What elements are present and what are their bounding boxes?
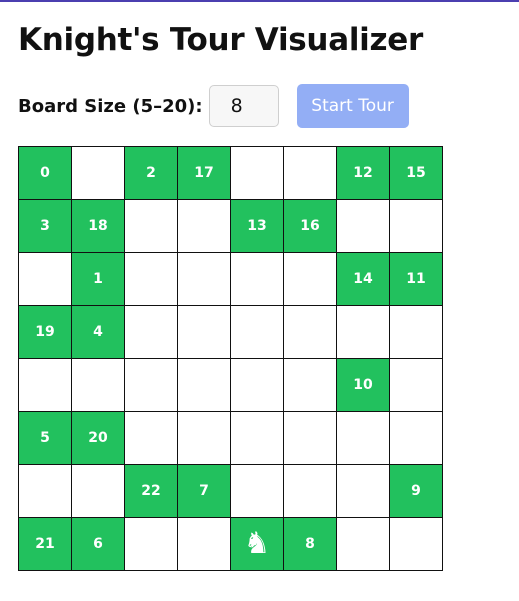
board-size-label: Board Size (5–20): xyxy=(18,95,203,117)
board-cell-empty[interactable] xyxy=(283,464,337,518)
board-row: 10 xyxy=(18,358,443,412)
board-cell-empty[interactable] xyxy=(389,199,443,253)
board-cell-empty[interactable] xyxy=(389,517,443,571)
board-cell-empty[interactable] xyxy=(71,358,125,412)
board-cell-empty[interactable] xyxy=(230,146,284,200)
board-cell-knight[interactable]: ♞ xyxy=(230,517,284,571)
board-cell-empty[interactable] xyxy=(283,146,337,200)
board-cell-visited[interactable]: 21 xyxy=(18,517,72,571)
board-cell-visited[interactable]: 9 xyxy=(389,464,443,518)
board-row: 3 18 13 16 xyxy=(18,199,443,253)
board-cell-visited[interactable]: 2 xyxy=(124,146,178,200)
board-cell-empty[interactable] xyxy=(124,252,178,306)
board-row: 1 14 11 xyxy=(18,252,443,306)
board-cell-empty[interactable] xyxy=(71,146,125,200)
board-row: 5 20 xyxy=(18,411,443,465)
board-cell-empty[interactable] xyxy=(283,358,337,412)
board-cell-empty[interactable] xyxy=(336,305,390,359)
board-cell-empty[interactable] xyxy=(124,411,178,465)
board-cell-visited[interactable]: 10 xyxy=(336,358,390,412)
board-cell-visited[interactable]: 3 xyxy=(18,199,72,253)
board-cell-empty[interactable] xyxy=(283,305,337,359)
board-cell-empty[interactable] xyxy=(18,252,72,306)
board-row: 19 4 xyxy=(18,305,443,359)
board-cell-empty[interactable] xyxy=(177,411,231,465)
board-cell-empty[interactable] xyxy=(18,464,72,518)
board-row: 21 6 ♞ 8 xyxy=(18,517,443,571)
board-cell-visited[interactable]: 11 xyxy=(389,252,443,306)
board-cell-visited[interactable]: 6 xyxy=(71,517,125,571)
board-cell-empty[interactable] xyxy=(124,305,178,359)
board-cell-visited[interactable]: 14 xyxy=(336,252,390,306)
board-size-input[interactable] xyxy=(208,85,279,127)
start-tour-button[interactable]: Start Tour xyxy=(296,84,409,128)
board-cell-empty[interactable] xyxy=(177,305,231,359)
board-cell-empty[interactable] xyxy=(389,411,443,465)
board-cell-empty[interactable] xyxy=(124,358,178,412)
board-cell-visited[interactable]: 15 xyxy=(389,146,443,200)
board-cell-visited[interactable]: 4 xyxy=(71,305,125,359)
board-cell-empty[interactable] xyxy=(336,199,390,253)
board-cell-empty[interactable] xyxy=(177,252,231,306)
page-title: Knight's Tour Visualizer xyxy=(18,22,423,58)
board-cell-empty[interactable] xyxy=(18,358,72,412)
knight-icon: ♞ xyxy=(243,526,271,561)
board-cell-visited[interactable]: 8 xyxy=(283,517,337,571)
board-cell-empty[interactable] xyxy=(230,252,284,306)
board-cell-empty[interactable] xyxy=(230,305,284,359)
board-cell-visited[interactable]: 22 xyxy=(124,464,178,518)
controls-bar: Board Size (5–20): Start Tour xyxy=(18,84,409,128)
board-cell-visited[interactable]: 19 xyxy=(18,305,72,359)
board-cell-visited[interactable]: 20 xyxy=(71,411,125,465)
board-cell-empty[interactable] xyxy=(336,464,390,518)
board-cell-empty[interactable] xyxy=(336,517,390,571)
board-cell-empty[interactable] xyxy=(71,464,125,518)
board-cell-visited[interactable]: 16 xyxy=(283,199,337,253)
board-row: 22 7 9 xyxy=(18,464,443,518)
board-cell-empty[interactable] xyxy=(336,411,390,465)
board-cell-empty[interactable] xyxy=(177,358,231,412)
board-cell-visited[interactable]: 13 xyxy=(230,199,284,253)
board-cell-visited[interactable]: 17 xyxy=(177,146,231,200)
board-cell-empty[interactable] xyxy=(177,517,231,571)
board-cell-visited[interactable]: 0 xyxy=(18,146,72,200)
board-cell-empty[interactable] xyxy=(124,199,178,253)
board-cell-visited[interactable]: 18 xyxy=(71,199,125,253)
board-cell-empty[interactable] xyxy=(389,305,443,359)
board-cell-empty[interactable] xyxy=(230,411,284,465)
board-cell-empty[interactable] xyxy=(124,517,178,571)
board-cell-empty[interactable] xyxy=(389,358,443,412)
board-row: 0 2 17 12 15 xyxy=(18,146,443,200)
board-cell-visited[interactable]: 12 xyxy=(336,146,390,200)
board-cell-visited[interactable]: 7 xyxy=(177,464,231,518)
board-cell-visited[interactable]: 5 xyxy=(18,411,72,465)
board-cell-empty[interactable] xyxy=(283,411,337,465)
chess-board: 0 2 17 12 15 3 18 13 16 1 14 11 19 4 10 5 20 22 7 9 21 6 ♞ 8 xyxy=(18,146,443,571)
board-cell-empty[interactable] xyxy=(230,464,284,518)
top-accent-rule xyxy=(0,0,519,2)
board-cell-empty[interactable] xyxy=(283,252,337,306)
board-cell-visited[interactable]: 1 xyxy=(71,252,125,306)
board-cell-empty[interactable] xyxy=(177,199,231,253)
board-cell-empty[interactable] xyxy=(230,358,284,412)
